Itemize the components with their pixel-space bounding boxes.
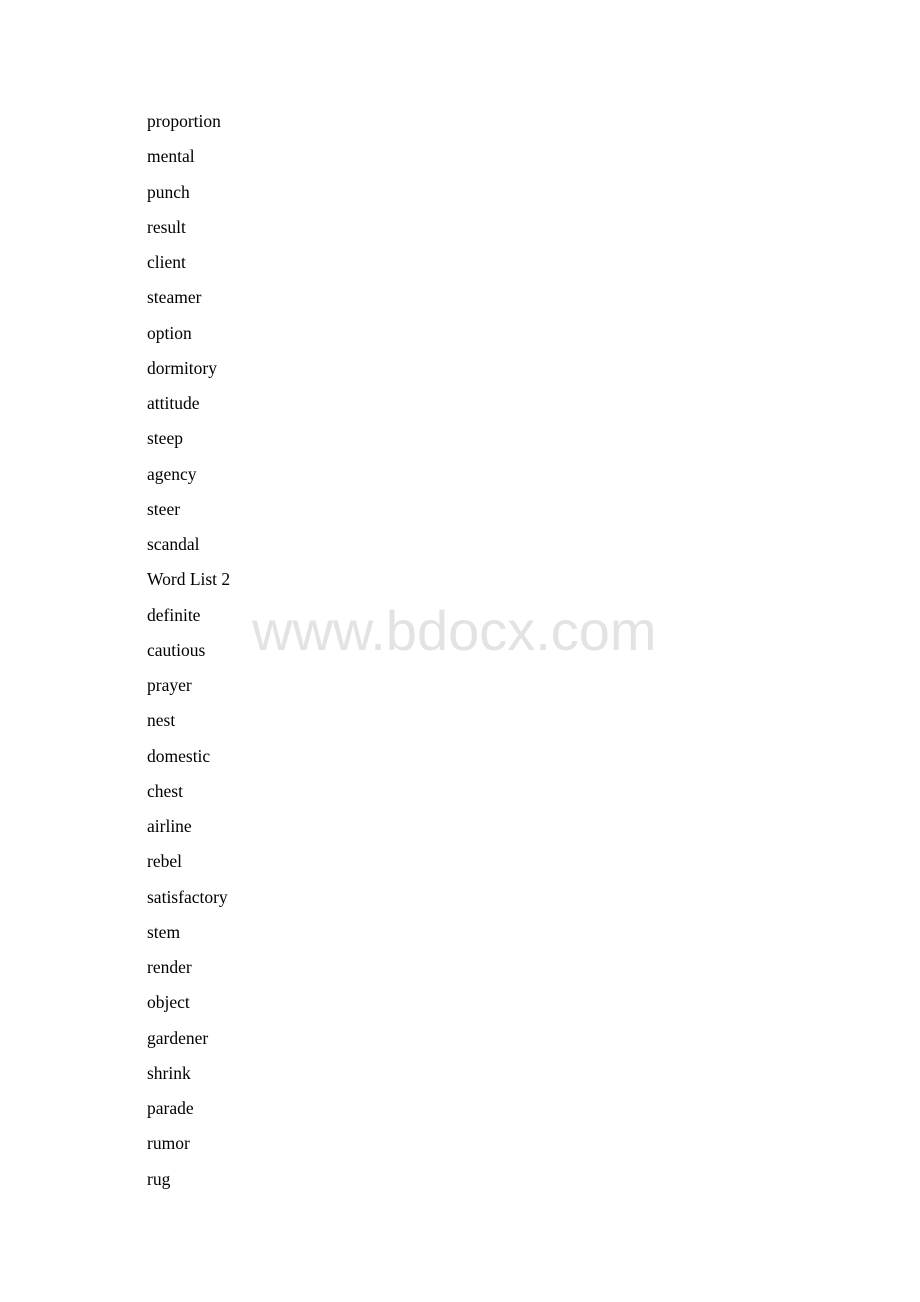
word-item: dormitory <box>147 357 217 378</box>
word-item: definite <box>147 604 201 625</box>
section-heading: Word List 2 <box>147 569 231 590</box>
word-item: rumor <box>147 1133 190 1154</box>
word-item: rebel <box>147 851 182 872</box>
word-item: render <box>147 957 192 977</box>
document-page: proportion mental punch result client steamer… <box>0 0 920 1302</box>
word-item: chest <box>147 780 183 801</box>
word-item: agency <box>147 463 197 484</box>
word-item: shrink <box>147 1062 191 1083</box>
word-item: domestic <box>147 745 211 766</box>
word-item: airline <box>147 816 192 836</box>
word-item: satisfactory <box>147 886 228 907</box>
word-item: punch <box>147 181 190 202</box>
word-item: cautious <box>147 639 206 660</box>
word-item: mental <box>147 146 195 167</box>
word-item: steamer <box>147 287 202 308</box>
word-item: option <box>147 322 192 343</box>
word-item: scandal <box>147 534 200 554</box>
word-item: proportion <box>147 111 221 131</box>
word-item: parade <box>147 1098 194 1118</box>
word-item: result <box>147 216 186 237</box>
word-item: prayer <box>147 675 192 695</box>
word-item: attitude <box>147 393 200 413</box>
word-item: client <box>147 252 186 272</box>
word-item: steep <box>147 428 183 449</box>
word-list: proportion mental punch result client steamer… <box>147 109 230 1202</box>
word-item: object <box>147 992 190 1013</box>
word-item: gardener <box>147 1027 209 1048</box>
watermark: www.bdocx.com <box>252 599 657 662</box>
word-item: steer <box>147 498 181 519</box>
word-item: rug <box>147 1168 171 1189</box>
word-item: nest <box>147 710 176 731</box>
word-item: stem <box>147 921 181 942</box>
